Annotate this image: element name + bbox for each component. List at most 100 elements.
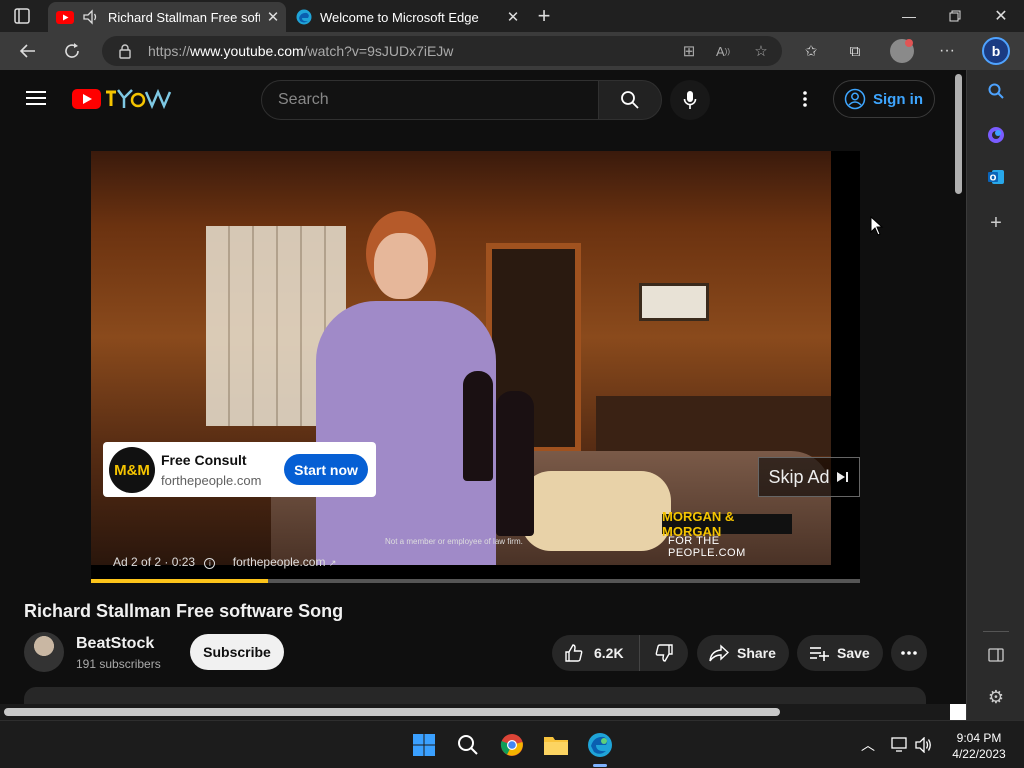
search-icon[interactable]	[452, 729, 484, 761]
dislike-button[interactable]	[640, 635, 688, 671]
ad-info-card[interactable]: M&M Free Consult forthepeople.com Start …	[103, 442, 376, 497]
share-label: Share	[737, 645, 776, 661]
close-tab-icon[interactable]: ✕	[260, 8, 286, 26]
channel-avatar[interactable]	[24, 632, 64, 672]
scroll-corner	[950, 704, 966, 720]
profile-avatar[interactable]	[890, 39, 914, 63]
youtube-page: Search Sign in M&M Free Consult forthepe…	[0, 70, 966, 704]
start-now-button[interactable]: Start now	[284, 454, 368, 485]
voice-search-button[interactable]	[670, 80, 710, 120]
ad-progress-bar	[91, 579, 860, 583]
lock-icon[interactable]	[118, 43, 132, 62]
horizontal-scrollbar[interactable]	[0, 704, 966, 720]
vertical-scrollbar-thumb[interactable]	[955, 74, 962, 194]
thumbs-up-icon	[565, 644, 583, 662]
edge-favicon-icon	[296, 9, 312, 25]
sign-in-button[interactable]: Sign in	[833, 80, 935, 118]
search-button[interactable]	[598, 80, 662, 120]
pillow	[521, 471, 671, 551]
new-tab-button[interactable]: +	[532, 3, 556, 28]
ad-status-line: Ad 2 of 2 · 0:23 i forthepeople.com ↗	[113, 555, 336, 569]
close-tab-icon[interactable]: ✕	[500, 8, 526, 26]
url-scheme: https://	[148, 43, 191, 59]
info-icon[interactable]: i	[204, 558, 216, 569]
browser-tab-bar: Richard Stallman Free software Song ✕ We…	[0, 0, 1024, 32]
save-label: Save	[837, 645, 870, 661]
channel-name[interactable]: BeatStock	[76, 635, 154, 653]
microphone-icon	[683, 91, 697, 109]
skip-next-icon	[836, 472, 848, 482]
tab-youtube[interactable]: Richard Stallman Free software Song ✕	[48, 2, 286, 32]
hide-sidebar-icon[interactable]	[983, 642, 1009, 668]
share-button[interactable]: Share	[697, 635, 789, 671]
ad-disclaimer: Not a member or employee of law firm.	[385, 537, 523, 546]
tab-actions-icon[interactable]	[12, 6, 34, 26]
url-host: www.youtube.com	[190, 43, 304, 59]
advertiser-link[interactable]: forthepeople.com	[233, 555, 326, 569]
horizontal-scrollbar-thumb[interactable]	[4, 708, 780, 716]
like-count: 6.2K	[594, 645, 624, 661]
wall-painting	[639, 283, 709, 321]
external-link-icon: ↗	[328, 558, 337, 568]
subscribe-button[interactable]: Subscribe	[190, 634, 284, 670]
youtube-favicon-icon	[56, 10, 74, 24]
settings-kebab-icon[interactable]	[798, 90, 812, 108]
file-explorer-icon[interactable]	[540, 729, 572, 761]
search-icon	[621, 91, 639, 109]
add-favorite-icon[interactable]: ☆	[746, 36, 776, 66]
minimize-button[interactable]: —	[886, 0, 932, 32]
search-input[interactable]: Search	[261, 80, 599, 120]
windows-taskbar: ︿ 9:04 PM 4/22/2023	[0, 720, 1024, 768]
like-dislike-group: 6.2K	[552, 635, 688, 671]
back-button[interactable]	[12, 36, 44, 66]
collections-icon[interactable]: ⧉	[840, 36, 870, 66]
brand-name: MORGAN & MORGAN	[662, 509, 792, 539]
more-menu-icon[interactable]: ···	[932, 36, 962, 66]
sign-in-label: Sign in	[873, 90, 923, 108]
add-sidebar-app-icon[interactable]: +	[983, 210, 1009, 236]
mouse-cursor-icon	[870, 215, 884, 241]
system-clock[interactable]: 9:04 PM 4/22/2023	[944, 730, 1014, 762]
description-box[interactable]	[24, 687, 926, 704]
copilot-icon[interactable]	[983, 122, 1009, 148]
ad-progress-fill	[91, 579, 268, 583]
close-window-button[interactable]: ✕	[978, 0, 1024, 32]
ad-video-frame	[91, 151, 831, 565]
cabinet	[596, 396, 831, 456]
ad-position-text: Ad 2 of 2 · 0:23	[113, 555, 196, 569]
edge-taskbar-icon[interactable]	[584, 729, 616, 761]
read-aloud-icon[interactable]: A))	[708, 36, 738, 66]
youtube-logo[interactable]	[72, 86, 172, 112]
subscriber-count: 191 subscribers	[76, 657, 161, 671]
restore-button[interactable]	[932, 0, 978, 32]
more-actions-button[interactable]	[891, 635, 927, 671]
video-player[interactable]: M&M Free Consult forthepeople.com Start …	[91, 151, 860, 583]
like-button[interactable]: 6.2K	[552, 635, 640, 671]
save-button[interactable]: Save	[797, 635, 883, 671]
favorites-icon[interactable]: ✩	[796, 36, 826, 66]
svg-text:O: O	[990, 174, 997, 183]
bing-copilot-icon[interactable]: b	[982, 37, 1010, 65]
outlook-icon[interactable]: O	[983, 164, 1009, 190]
url-path: /watch?v=9sJUDx7iEJw	[303, 43, 454, 59]
chrome-icon[interactable]	[496, 729, 528, 761]
tab-title: Richard Stallman Free software Song	[108, 9, 260, 25]
hamburger-menu-icon[interactable]	[26, 90, 46, 106]
wine-bottle	[463, 371, 493, 481]
edge-sidebar: O + ⚙	[966, 70, 1024, 720]
refresh-button[interactable]	[56, 36, 88, 66]
app-available-icon[interactable]: ⊞	[674, 36, 704, 66]
windows-start-icon[interactable]	[408, 729, 440, 761]
show-hidden-icons-chevron[interactable]: ︿	[852, 729, 884, 761]
speaker-icon[interactable]	[82, 9, 100, 25]
search-icon[interactable]	[983, 78, 1009, 104]
account-icon	[844, 88, 866, 110]
advertiser-logo: M&M	[109, 447, 155, 493]
more-horizontal-icon	[901, 651, 917, 655]
skip-ad-button[interactable]: Skip Ad	[758, 457, 860, 497]
settings-gear-icon[interactable]: ⚙	[983, 684, 1009, 710]
video-title: Richard Stallman Free software Song	[24, 601, 344, 621]
thumbs-down-icon	[655, 644, 673, 662]
volume-icon[interactable]	[908, 729, 940, 761]
tab-edge-welcome[interactable]: Welcome to Microsoft Edge ✕	[288, 2, 526, 32]
